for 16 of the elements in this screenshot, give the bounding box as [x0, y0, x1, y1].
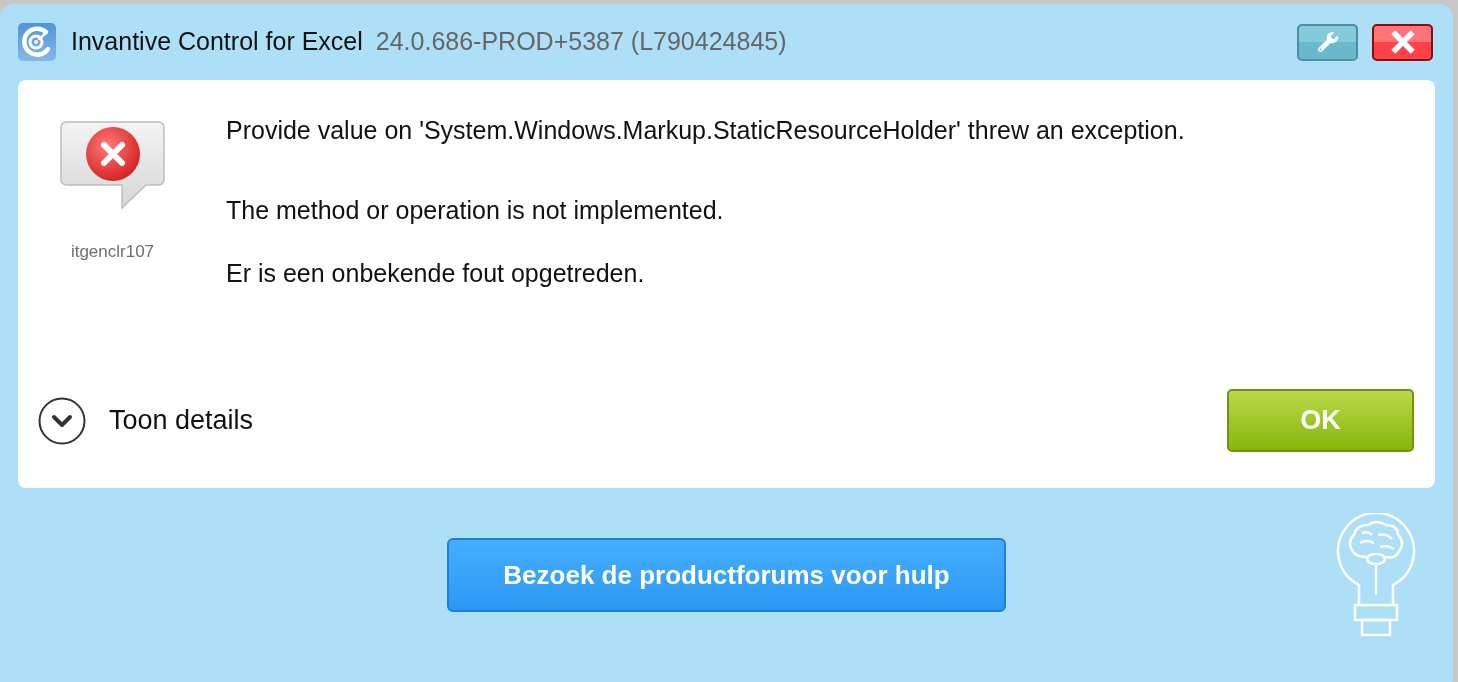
show-details-toggle[interactable]: Toon details — [38, 396, 254, 445]
lightbulb-brain-icon — [1336, 513, 1416, 637]
wrench-icon — [1317, 32, 1338, 52]
close-button[interactable] — [1372, 23, 1433, 61]
app-logo-icon — [18, 23, 56, 61]
product-forums-button[interactable]: Bezoek de productforums voor hulp — [447, 538, 1006, 612]
message-text: Provide value on 'System.Windows.Markup.StaticResourceHolder' threw an exception. — [226, 115, 1185, 146]
ok-button[interactable]: OK — [1227, 389, 1414, 452]
version-label: 24.0.686-PROD+5387 (L790424845) — [375, 26, 787, 58]
message-text: Er is een onbekende fout opgetreden. — [226, 258, 646, 289]
error-message-icon — [60, 120, 165, 210]
error-code: itgenclr107 — [70, 241, 155, 263]
close-icon — [1389, 29, 1416, 55]
settings-button[interactable] — [1297, 23, 1358, 61]
message-text: The method or operation is not implemented. — [226, 195, 725, 226]
window-title: Invantive Control for Excel — [71, 26, 363, 58]
